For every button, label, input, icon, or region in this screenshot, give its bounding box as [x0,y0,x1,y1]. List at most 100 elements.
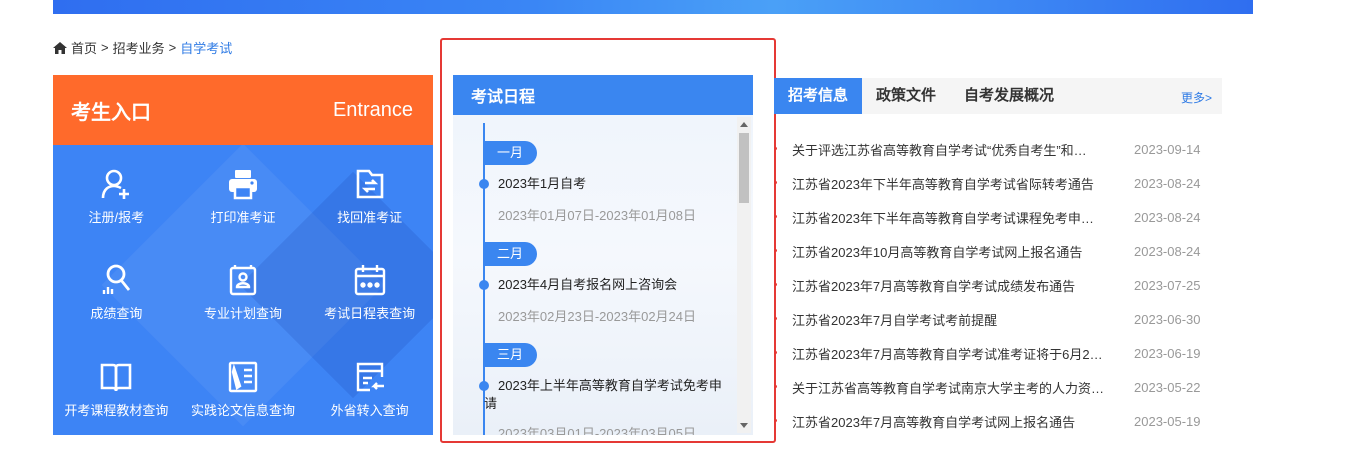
timeline-dot [479,280,489,290]
news-title[interactable]: 江苏省2023年下半年高等教育自学考试省际转考通告 [792,174,1132,193]
entrance-transfer-query-label: 外省转入查询 [330,403,409,419]
month-badge: 二月 [483,242,538,266]
news-title[interactable]: 江苏省2023年7月高等教育自学考试网上报名通告 [792,412,1132,431]
news-date: 2023-08-24 [1134,243,1201,259]
list-item[interactable]: 江苏省2023年7月高等教育自学考试准考证将于6月2… 2023-06-19 [774,336,1222,370]
entrance-plan-query[interactable]: 专业计划查询 [180,242,307,339]
breadcrumb-home[interactable]: 首页 [71,38,97,57]
entrance-transfer-query[interactable]: 外省转入查询 [306,338,433,435]
news-date: 2023-08-24 [1134,175,1201,191]
entrance-panel: 考生入口 Entrance 注册/报考 打印准考证 找回准考证 成绩查询 专业计… [53,75,433,435]
scroll-up-icon[interactable] [740,122,748,127]
top-banner [53,0,1253,14]
entrance-register-label: 注册/报考 [88,209,145,225]
entrance-textbook-query-label: 开考课程教材查询 [64,403,169,419]
entrance-textbook-query[interactable]: 开考课程教材查询 [53,338,180,435]
list-item[interactable]: 江苏省2023年7月自学考试考前提醒 2023-06-30 [774,302,1222,336]
entrance-title: 考生入口 [71,101,151,124]
news-tabs: 招考信息 政策文件 自考发展概况 更多> [774,78,1222,114]
list-item[interactable]: 江苏省2023年7月高等教育自学考试成绩发布通告 2023-07-25 [774,268,1222,302]
entrance-schedule-query[interactable]: 考试日程表查询 [306,242,433,339]
entrance-plan-query-label: 专业计划查询 [203,306,282,322]
entrance-print-ticket[interactable]: 打印准考证 [180,145,307,242]
news-title[interactable]: 关于江苏省高等教育自学考试南京大学主考的人力资… [792,378,1132,397]
scroll-down-icon[interactable] [740,423,748,428]
entrance-title-en: Entrance [332,98,413,121]
news-date: 2023-09-14 [1134,141,1201,157]
score-search-icon [103,265,131,295]
news-date: 2023-06-19 [1134,345,1201,361]
tab-development[interactable]: 自考发展概况 [950,78,1068,114]
entrance-score-query[interactable]: 成绩查询 [53,242,180,339]
entrance-grid: 注册/报考 打印准考证 找回准考证 成绩查询 专业计划查询 考试日程表查询 开考… [53,145,433,435]
bullet [774,181,777,184]
entrance-paper-query-label: 实践论文信息查询 [190,403,295,419]
scrollbar[interactable] [737,117,751,433]
entrance-print-ticket-label: 打印准考证 [210,209,276,225]
news-panel: 招考信息 政策文件 自考发展概况 更多> 关于评选江苏省高等教育自学考试“优秀自… [774,78,1222,438]
schedule-event-title[interactable]: 2023年1月自考 [498,175,738,193]
news-date: 2023-05-22 [1134,379,1201,395]
news-title[interactable]: 江苏省2023年7月自学考试考前提醒 [792,310,1132,329]
entrance-register[interactable]: 注册/报考 [53,145,180,242]
exam-schedule-title: 考试日程 [453,75,753,115]
transfer-icon [356,362,384,392]
tab-policy-docs[interactable]: 政策文件 [862,78,950,114]
user-add-icon [102,169,130,199]
bullet [774,283,777,286]
plan-icon [229,265,257,296]
timeline-dot [479,179,489,189]
bullet [774,419,777,422]
month-badge: 一月 [483,141,538,165]
bullet [774,215,777,218]
entrance-header: 考生入口 Entrance [53,75,433,145]
entrance-grid-bg: 注册/报考 打印准考证 找回准考证 成绩查询 专业计划查询 考试日程表查询 开考… [53,145,433,435]
entrance-recover-ticket-label: 找回准考证 [337,209,403,225]
breadcrumb-current: 自学考试 [180,41,233,56]
news-date: 2023-07-25 [1134,277,1201,293]
bullet [774,385,777,388]
printer-icon [228,169,257,200]
entrance-schedule-query-label: 考试日程表查询 [324,306,416,322]
breadcrumb-level2[interactable]: 招考业务 [113,38,165,57]
breadcrumb-separator: > [101,40,109,55]
calendar-icon [354,265,385,296]
list-item[interactable]: 江苏省2023年下半年高等教育自学考试省际转考通告 2023-08-24 [774,166,1222,200]
news-date: 2023-05-19 [1134,413,1201,429]
schedule-event-title[interactable]: 2023年4月自考报名网上咨询会 [498,276,738,294]
news-title[interactable]: 江苏省2023年7月高等教育自学考试准考证将于6月2… [792,344,1132,363]
entrance-recover-ticket[interactable]: 找回准考证 [306,145,433,242]
list-item[interactable]: 江苏省2023年下半年高等教育自学考试课程免考申… 2023-08-24 [774,200,1222,234]
list-item[interactable]: 江苏省2023年7月高等教育自学考试网上报名通告 2023-05-19 [774,404,1222,438]
news-date: 2023-06-30 [1134,311,1201,327]
home-icon [53,41,67,54]
schedule-event-title[interactable]: 2023年上半年高等教育自学考试免考申请 [484,377,724,413]
bullet [774,351,777,354]
tab-recruit-info[interactable]: 招考信息 [774,78,863,114]
scrollbar-thumb[interactable] [739,133,749,203]
month-badge: 三月 [483,343,538,367]
bullet [774,249,777,252]
news-title[interactable]: 江苏省2023年10月高等教育自学考试网上报名通告 [792,242,1132,261]
list-item[interactable]: 江苏省2023年10月高等教育自学考试网上报名通告 2023-08-24 [774,234,1222,268]
exam-schedule-timeline[interactable]: 一月 2023年1月自考 2023年01月07日-2023年01月08日 二月 … [453,115,753,435]
recover-icon [356,169,383,199]
news-title[interactable]: 江苏省2023年下半年高等教育自学考试课程免考申… [792,208,1132,227]
news-title[interactable]: 江苏省2023年7月高等教育自学考试成绩发布通告 [792,276,1132,295]
news-list: 关于评选江苏省高等教育自学考试“优秀自考生”和… 2023-09-14 江苏省20… [774,132,1222,438]
entrance-score-query-label: 成绩查询 [90,306,143,322]
schedule-event-date: 2023年01月07日-2023年01月08日 [498,208,697,223]
news-title[interactable]: 关于评选江苏省高等教育自学考试“优秀自考生”和… [792,140,1132,159]
list-item[interactable]: 关于江苏省高等教育自学考试南京大学主考的人力资… 2023-05-22 [774,370,1222,404]
breadcrumb-separator: > [168,40,177,55]
entrance-paper-query[interactable]: 实践论文信息查询 [180,338,307,435]
list-item[interactable]: 关于评选江苏省高等教育自学考试“优秀自考生”和… 2023-09-14 [774,132,1222,166]
schedule-event-date: 2023年03月01日-2023年03月05日 [498,426,697,435]
bullet [774,147,777,150]
more-link[interactable]: 更多> [1181,89,1212,106]
schedule-event-date: 2023年02月23日-2023年02月24日 [498,309,697,324]
breadcrumb: 首页 > 招考业务 > 自学考试 [53,38,232,57]
bullet [774,317,777,320]
book-icon [101,363,132,392]
news-date: 2023-08-24 [1134,209,1201,225]
